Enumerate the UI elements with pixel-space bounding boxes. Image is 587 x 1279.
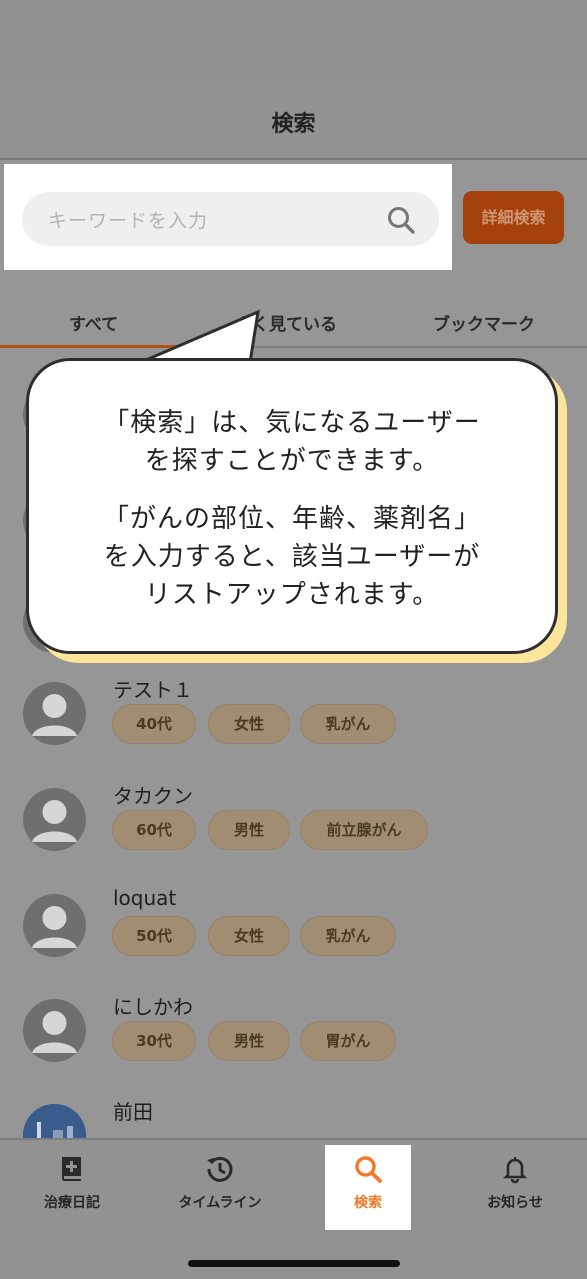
cancer-type-tag: 前立腺がん [300,810,428,850]
user-list-item[interactable]: テスト１ 40代 女性 乳がん [0,678,587,788]
detail-search-button[interactable]: 詳細検索 [463,191,564,244]
tip-line: 「がんの部位、年齢、薬剤名」 [102,504,481,534]
tip-line: 「検索」は、気になるユーザー [103,408,481,438]
app-header: 検索 [0,80,587,160]
status-bar [0,0,587,80]
user-name: loquat [113,886,177,910]
tip-bubble: 「検索」は、気になるユーザー を探すことができます。 「がんの部位、年齢、薬剤名… [26,358,558,654]
age-tag: 50代 [112,916,196,956]
gender-tag: 女性 [208,704,290,744]
avatar [23,682,86,745]
tip-line: リストアップされます。 [144,580,440,610]
nav-label: タイムライン [178,1195,262,1211]
history-icon [207,1156,233,1182]
age-tag: 30代 [112,1021,196,1061]
book-plus-icon [62,1157,81,1181]
age-tag: 40代 [112,704,196,744]
home-indicator [188,1260,400,1267]
tip-line: を探すことができます。 [144,446,440,476]
nav-label: お知らせ [487,1195,543,1211]
user-list-item[interactable]: にしかわ 30代 男性 胃がん [0,995,587,1105]
nav-label: 治療日記 [44,1195,100,1211]
user-name: にしかわ [113,995,193,1019]
tip-line: を入力すると、該当ユーザーが [103,542,481,572]
cancer-type-tag: 乳がん [300,916,396,956]
age-tag: 60代 [112,810,196,850]
nav-item-notifications[interactable]: お知らせ [455,1154,575,1212]
search-icon[interactable] [385,204,417,236]
gender-tag: 女性 [208,916,290,956]
search-input[interactable]: キーワードを入力 [22,192,439,246]
user-list-item[interactable]: タカクン 60代 男性 前立腺がん [0,784,587,894]
nav-item-diary[interactable]: 治療日記 [12,1154,132,1212]
user-name: タカクン [113,784,193,808]
cancer-type-tag: 乳がん [300,704,396,744]
nav-label: 検索 [354,1195,382,1211]
user-list-item[interactable]: loquat 50代 女性 乳がん [0,886,587,1000]
avatar [23,788,86,851]
tip-callout: 「検索」は、気になるユーザー を探すことができます。 「がんの部位、年齢、薬剤名… [26,306,570,662]
page-title: 検索 [271,112,316,137]
user-name: テスト１ [113,678,193,702]
bell-icon [502,1157,528,1184]
nav-item-timeline[interactable]: タイムライン [160,1154,280,1212]
cancer-type-tag: 胃がん [300,1021,396,1061]
avatar [23,999,86,1062]
user-name: 前田 [113,1100,153,1124]
gender-tag: 男性 [208,1021,290,1061]
search-placeholder: キーワードを入力 [48,210,209,232]
avatar [23,894,86,957]
bottom-nav: 治療日記 タイムライン 検索 お知らせ [0,1138,587,1279]
nav-item-search[interactable]: 検索 [308,1154,428,1212]
gender-tag: 男性 [208,810,290,850]
search-icon [355,1156,382,1183]
